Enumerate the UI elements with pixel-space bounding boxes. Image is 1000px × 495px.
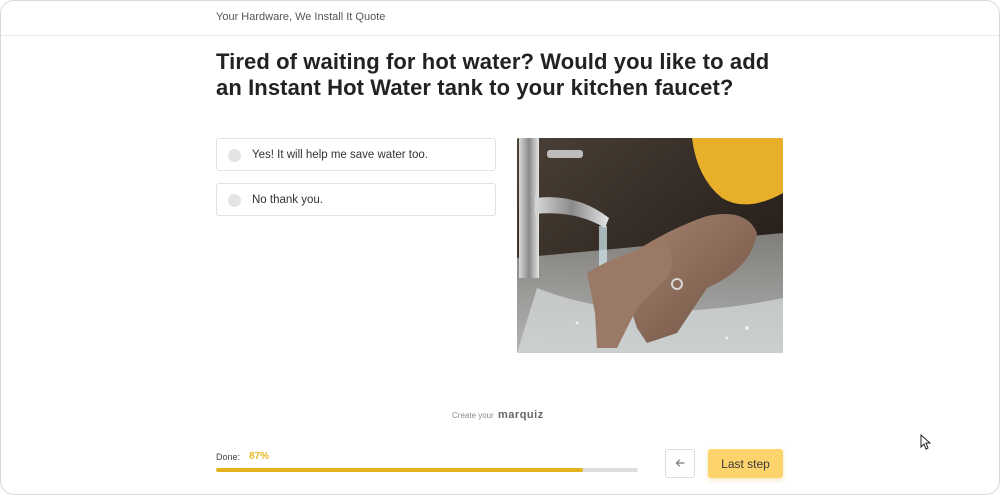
answer-options: Yes! It will help me save water too. No …: [216, 138, 496, 228]
marquiz-logo: marquiz: [498, 409, 544, 421]
faucet-hand-washing-photo: [517, 138, 783, 353]
option-label: Yes! It will help me save water too.: [252, 149, 428, 161]
answer-option-no[interactable]: No thank you.: [216, 183, 496, 216]
arrow-left-icon: [675, 455, 685, 473]
answer-option-yes[interactable]: Yes! It will help me save water too.: [216, 138, 496, 171]
progress-value: 87%: [249, 451, 270, 462]
radio-button[interactable]: [228, 194, 241, 207]
next-step-button[interactable]: Last step: [708, 449, 783, 478]
radio-button[interactable]: [228, 149, 241, 162]
option-label: No thank you.: [252, 194, 323, 206]
progress-label: Done:: [216, 452, 241, 462]
branding[interactable]: Create your marquiz: [452, 409, 544, 421]
progress-fill: [216, 468, 584, 472]
progress-bar: [216, 468, 638, 472]
question-heading: Tired of waiting for hot water? Would yo…: [216, 49, 770, 100]
quiz-title: Your Hardware, We Install It Quote: [216, 11, 386, 23]
back-button[interactable]: [665, 449, 695, 478]
mouse-cursor-icon: [920, 433, 932, 455]
quiz-window: Your Hardware, We Install It Quote Tired…: [0, 0, 1000, 495]
header-bar: Your Hardware, We Install It Quote: [1, 1, 999, 36]
branding-prefix: Create your: [452, 411, 494, 420]
